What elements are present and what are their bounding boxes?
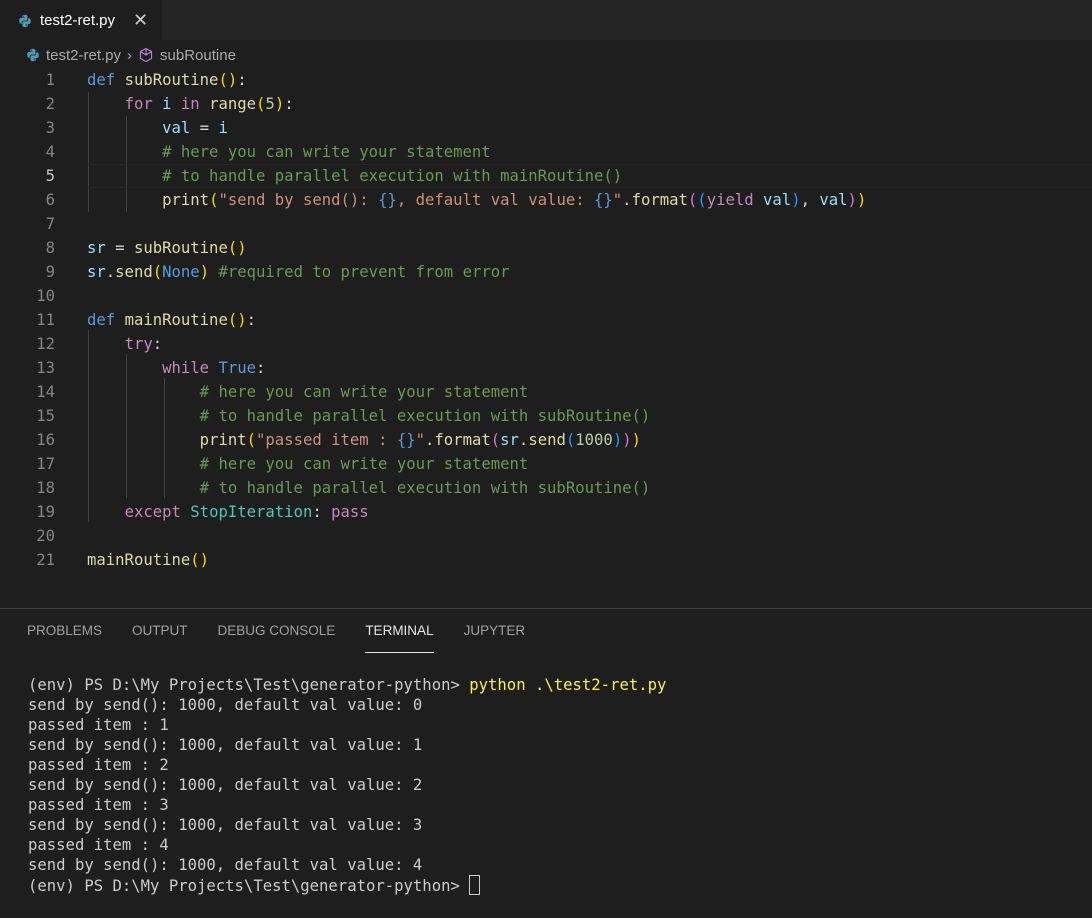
line-number: 17 bbox=[36, 455, 55, 473]
line-number: 8 bbox=[45, 239, 55, 257]
code-editor[interactable]: 1 def subRoutine(): 2 for i in range(5): … bbox=[0, 68, 1092, 569]
line-number: 3 bbox=[45, 119, 55, 137]
code-text: # to handle parallel execution with subR… bbox=[199, 407, 651, 425]
line-number: 6 bbox=[45, 191, 55, 209]
breadcrumb: test2-ret.py › subRoutine bbox=[26, 44, 236, 66]
line-number: 13 bbox=[36, 359, 55, 377]
close-icon[interactable]: ✕ bbox=[133, 10, 148, 30]
terminal-command-line: (env) PS D:\My Projects\Test\generator-p… bbox=[28, 675, 666, 695]
line-number: 2 bbox=[45, 95, 55, 113]
code-text: except StopIteration: pass bbox=[124, 503, 369, 521]
code-line: 20 bbox=[0, 524, 1092, 548]
code-line: 9 sr.send(None) #required to prevent from… bbox=[0, 260, 1092, 284]
panel-tabs: PROBLEMS OUTPUT DEBUG CONSOLE TERMINAL J… bbox=[27, 623, 555, 653]
code-text: # to handle parallel execution with main… bbox=[162, 167, 623, 185]
code-line: 10 bbox=[0, 284, 1092, 308]
code-text: def mainRoutine(): bbox=[87, 311, 257, 329]
code-line: 11 def mainRoutine(): bbox=[0, 308, 1092, 332]
terminal[interactable]: (env) PS D:\My Projects\Test\generator-p… bbox=[28, 675, 666, 896]
code-text: sr = subRoutine() bbox=[87, 239, 247, 257]
terminal-output-line: send by send(): 1000, default val value:… bbox=[28, 816, 423, 834]
terminal-output-line: send by send(): 1000, default val value:… bbox=[28, 736, 423, 754]
code-line: 15 # to handle parallel execution with s… bbox=[0, 404, 1092, 428]
line-number: 10 bbox=[36, 287, 55, 305]
code-line: 19 except StopIteration: pass bbox=[0, 500, 1092, 524]
code-line: 17 # here you can write your statement bbox=[0, 452, 1092, 476]
code-line: 7 bbox=[0, 212, 1092, 236]
terminal-output-line: passed item : 4 bbox=[28, 836, 169, 854]
editor-tab-bar: test2-ret.py ✕ bbox=[0, 0, 1092, 40]
code-line: 6 print("send by send(): {}, default val… bbox=[0, 188, 1092, 212]
line-number: 5 bbox=[45, 167, 55, 185]
tab-debug-console[interactable]: DEBUG CONSOLE bbox=[218, 623, 336, 647]
code-text: print("passed item : {}".format(sr.send(… bbox=[199, 431, 641, 449]
terminal-prompt: (env) PS D:\My Projects\Test\generator-p… bbox=[28, 877, 470, 895]
code-text: for i in range(5): bbox=[124, 95, 294, 113]
line-number: 14 bbox=[36, 383, 55, 401]
code-text: print("send by send(): {}, default val v… bbox=[162, 191, 867, 209]
breadcrumb-symbol[interactable]: subRoutine bbox=[160, 47, 236, 64]
terminal-output-line: send by send(): 1000, default val value:… bbox=[28, 776, 423, 794]
code-line: 1 def subRoutine(): bbox=[0, 68, 1092, 92]
breadcrumb-file[interactable]: test2-ret.py bbox=[46, 47, 121, 64]
symbol-method-icon bbox=[139, 47, 153, 63]
tab-problems[interactable]: PROBLEMS bbox=[27, 623, 102, 647]
breadcrumb-separator: › bbox=[127, 46, 133, 64]
code-line: 4 # here you can write your statement bbox=[0, 140, 1092, 164]
code-text: sr.send(None) #required to prevent from … bbox=[87, 263, 510, 281]
terminal-command: python .\test2-ret.py bbox=[469, 676, 667, 694]
terminal-cursor[interactable] bbox=[469, 875, 481, 895]
line-number: 7 bbox=[45, 215, 55, 233]
line-number: 18 bbox=[36, 479, 55, 497]
code-line: 14 # here you can write your statement bbox=[0, 380, 1092, 404]
code-line: 8 sr = subRoutine() bbox=[0, 236, 1092, 260]
tab-label: test2-ret.py bbox=[40, 12, 116, 29]
terminal-output-line: passed item : 1 bbox=[28, 716, 169, 734]
terminal-prompt: (env) PS D:\My Projects\Test\generator-p… bbox=[28, 676, 470, 694]
code-text: # here you can write your statement bbox=[199, 455, 529, 473]
code-text: while True: bbox=[162, 359, 266, 377]
python-file-icon bbox=[27, 48, 39, 62]
code-line: 3 val = i bbox=[0, 116, 1092, 140]
code-line: 21 mainRoutine() bbox=[0, 548, 1092, 572]
line-number: 1 bbox=[45, 71, 55, 89]
code-line: 18 # to handle parallel execution with s… bbox=[0, 476, 1092, 500]
terminal-final-line: (env) PS D:\My Projects\Test\generator-p… bbox=[28, 875, 666, 896]
code-line: 2 for i in range(5): bbox=[0, 92, 1092, 116]
tab-terminal[interactable]: TERMINAL bbox=[365, 623, 434, 653]
line-number: 15 bbox=[36, 407, 55, 425]
terminal-output-line: send by send(): 1000, default val value:… bbox=[28, 856, 423, 874]
line-number: 12 bbox=[36, 335, 55, 353]
line-number: 4 bbox=[45, 143, 55, 161]
terminal-output-line: passed item : 3 bbox=[28, 796, 169, 814]
tab-test2-ret[interactable]: test2-ret.py ✕ bbox=[0, 0, 162, 40]
code-line-active: 5 # to handle parallel execution with ma… bbox=[0, 164, 1092, 188]
code-text: # here you can write your statement bbox=[199, 383, 529, 401]
python-file-icon bbox=[19, 14, 31, 27]
code-line: 16 print("passed item : {}".format(sr.se… bbox=[0, 428, 1092, 452]
terminal-output-line: passed item : 2 bbox=[28, 756, 169, 774]
line-number: 19 bbox=[36, 503, 55, 521]
line-number: 20 bbox=[36, 527, 55, 545]
code-text: val = i bbox=[162, 119, 228, 137]
bottom-panel: PROBLEMS OUTPUT DEBUG CONSOLE TERMINAL J… bbox=[0, 608, 1092, 918]
line-number: 9 bbox=[45, 263, 55, 281]
code-text: # to handle parallel execution with subR… bbox=[199, 479, 651, 497]
tab-output[interactable]: OUTPUT bbox=[132, 623, 188, 647]
code-text: mainRoutine() bbox=[87, 551, 210, 569]
line-number: 21 bbox=[36, 551, 55, 569]
terminal-output-line: send by send(): 1000, default val value:… bbox=[28, 696, 423, 714]
code-line: 12 try: bbox=[0, 332, 1092, 356]
line-number: 11 bbox=[36, 311, 55, 329]
line-number: 16 bbox=[36, 431, 55, 449]
code-text: # here you can write your statement bbox=[162, 143, 491, 161]
code-text: try: bbox=[124, 335, 163, 353]
tab-jupyter[interactable]: JUPYTER bbox=[464, 623, 526, 647]
code-line: 13 while True: bbox=[0, 356, 1092, 380]
code-text: def subRoutine(): bbox=[87, 71, 247, 89]
